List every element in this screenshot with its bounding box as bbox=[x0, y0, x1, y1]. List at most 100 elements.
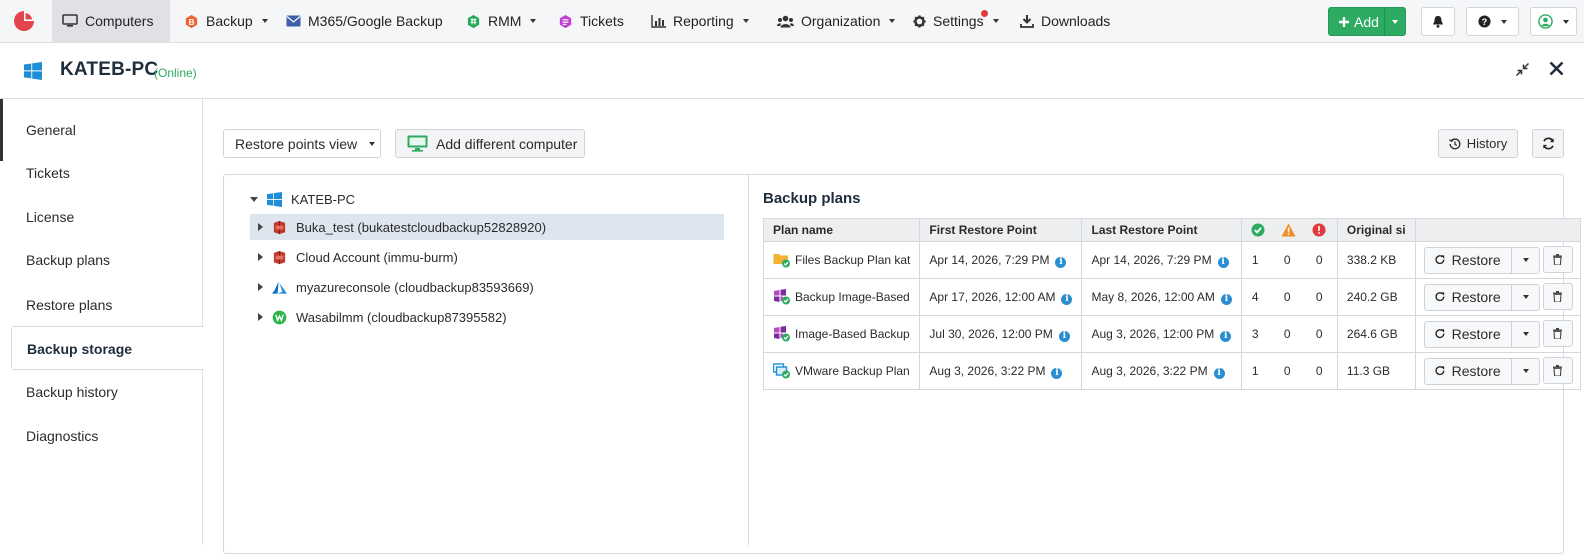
online-status: (Online) bbox=[154, 66, 197, 80]
error-icon bbox=[1312, 223, 1326, 237]
notifications-button[interactable] bbox=[1421, 7, 1455, 36]
image-plan-icon bbox=[774, 289, 790, 305]
restore-button[interactable]: Restore bbox=[1423, 246, 1540, 274]
expand-right-icon[interactable] bbox=[258, 313, 263, 321]
computer-header: KATEB-PC (Online) bbox=[0, 43, 1584, 99]
nav-computers[interactable]: Computers bbox=[52, 0, 170, 42]
chevron-down-icon bbox=[1523, 332, 1530, 337]
help-button[interactable]: ? bbox=[1466, 7, 1519, 36]
column-original-size[interactable]: Original si bbox=[1336, 218, 1416, 242]
download-icon bbox=[1020, 14, 1034, 28]
delete-button[interactable] bbox=[1542, 283, 1573, 311]
nav-reporting[interactable]: Reporting bbox=[641, 0, 759, 42]
table-row[interactable]: Backup Image-Based Apr 17, 2026, 12:00 A… bbox=[762, 278, 1581, 316]
column-plan-name[interactable]: Plan name bbox=[762, 218, 921, 242]
info-icon[interactable]: i bbox=[1061, 293, 1073, 305]
collapse-icon[interactable] bbox=[1516, 63, 1529, 76]
info-icon[interactable]: i bbox=[1051, 367, 1063, 379]
tree-node-storage[interactable]: Cloud Account (immu-burm) bbox=[258, 244, 458, 270]
gear-icon bbox=[913, 14, 926, 28]
restore-button[interactable]: Restore bbox=[1423, 283, 1540, 311]
expand-right-icon[interactable] bbox=[258, 253, 263, 261]
info-icon[interactable]: i bbox=[1220, 330, 1232, 342]
sidebar-item-general[interactable]: General bbox=[26, 122, 76, 138]
close-icon[interactable] bbox=[1549, 61, 1564, 76]
tree-node-label: Cloud Account (immu-burm) bbox=[296, 249, 458, 265]
table-row[interactable]: Image-Based Backup Jul 30, 2026, 12:00 P… bbox=[762, 315, 1581, 353]
history-button[interactable]: History bbox=[1438, 129, 1518, 158]
info-icon[interactable]: i bbox=[1213, 367, 1225, 379]
nav-tickets[interactable]: Tickets bbox=[548, 0, 634, 42]
top-navigation: Computers B Backup M365/Google Backup RM… bbox=[0, 0, 1584, 43]
nav-m365-google-backup[interactable]: M365/Google Backup bbox=[276, 0, 453, 42]
add-different-computer-button[interactable]: Add different computer bbox=[395, 129, 585, 158]
delete-button[interactable] bbox=[1542, 357, 1573, 385]
info-icon[interactable]: i bbox=[1217, 256, 1229, 268]
nav-organization[interactable]: Organization bbox=[767, 0, 905, 42]
delete-button[interactable] bbox=[1542, 320, 1573, 348]
tree-node-label: myazureconsole (cloudbackup83593669) bbox=[296, 279, 534, 295]
amazon-s3-icon bbox=[273, 220, 286, 234]
tree-node-storage[interactable]: Buka_test (bukatestcloudbackup52828920) bbox=[258, 214, 546, 240]
sidebar-item-tickets[interactable]: Tickets bbox=[26, 165, 70, 181]
original-size: 11.3 GB bbox=[1346, 364, 1391, 378]
tree-root-node[interactable]: KATEB-PC bbox=[250, 186, 355, 212]
tree-node-storage[interactable]: Wasabilmm (cloudbackup87395582) bbox=[258, 304, 507, 330]
tree-node-storage[interactable]: myazureconsole (cloudbackup83593669) bbox=[258, 274, 534, 300]
nav-backup[interactable]: B Backup bbox=[174, 0, 278, 42]
panel-divider bbox=[748, 175, 749, 545]
restore-dropdown-toggle[interactable] bbox=[1510, 247, 1539, 273]
success-count: 4 bbox=[1251, 290, 1259, 304]
backup-icon: B bbox=[185, 14, 198, 28]
expand-right-icon[interactable] bbox=[258, 223, 263, 231]
trash-icon bbox=[1553, 291, 1563, 303]
restore-dropdown-toggle[interactable] bbox=[1510, 321, 1539, 347]
expand-down-icon[interactable] bbox=[250, 196, 258, 202]
warning-count: 0 bbox=[1283, 290, 1291, 304]
table-row[interactable]: Files Backup Plan kat Apr 14, 2026, 7:29… bbox=[762, 241, 1581, 279]
column-last-restore-point[interactable]: Last Restore Point bbox=[1081, 218, 1242, 242]
delete-button[interactable] bbox=[1542, 246, 1573, 274]
warning-icon bbox=[1281, 223, 1296, 237]
nav-rmm[interactable]: RMM bbox=[456, 0, 546, 42]
info-icon[interactable]: i bbox=[1058, 330, 1070, 342]
info-icon[interactable]: i bbox=[1055, 256, 1067, 268]
expand-right-icon[interactable] bbox=[258, 283, 263, 291]
user-menu-button[interactable] bbox=[1530, 7, 1577, 36]
sidebar-item-backup-storage[interactable]: Backup storage bbox=[11, 326, 204, 370]
nav-settings[interactable]: Settings bbox=[903, 0, 1009, 42]
add-different-computer-label: Add different computer bbox=[436, 135, 578, 152]
sidebar-item-backup-history[interactable]: Backup history bbox=[26, 384, 118, 400]
app-logo-icon[interactable] bbox=[12, 9, 36, 33]
nav-downloads-label: Downloads bbox=[1041, 13, 1111, 29]
error-count: 0 bbox=[1315, 253, 1323, 267]
sidebar-item-backup-storage-label: Backup storage bbox=[27, 341, 133, 357]
sidebar-item-diagnostics[interactable]: Diagnostics bbox=[26, 428, 98, 444]
table-row[interactable]: VMware Backup Plan Aug 3, 2026, 3:22 PM i… bbox=[762, 352, 1581, 390]
nav-downloads[interactable]: Downloads bbox=[1010, 0, 1120, 42]
restore-button[interactable]: Restore bbox=[1423, 320, 1540, 348]
nav-tickets-label: Tickets bbox=[580, 13, 624, 29]
chevron-down-icon bbox=[1392, 19, 1399, 24]
plan-name: Image-Based Backup bbox=[795, 327, 910, 341]
error-count: 0 bbox=[1315, 327, 1323, 341]
column-first-restore-point[interactable]: First Restore Point bbox=[919, 218, 1083, 242]
add-dropdown-toggle[interactable] bbox=[1384, 8, 1405, 35]
info-icon[interactable]: i bbox=[1220, 293, 1232, 305]
restore-icon bbox=[1435, 329, 1445, 339]
plan-name: Files Backup Plan kat bbox=[795, 253, 911, 267]
last-restore-point: Aug 3, 2026, 3:22 PM bbox=[1091, 363, 1208, 378]
computer-title: KATEB-PC bbox=[60, 59, 159, 80]
vmware-plan-icon bbox=[773, 363, 790, 379]
sidebar-item-license[interactable]: License bbox=[26, 209, 74, 225]
sidebar-item-restore-plans[interactable]: Restore plans bbox=[26, 297, 112, 313]
refresh-button[interactable] bbox=[1532, 129, 1564, 158]
view-select[interactable]: Restore points view bbox=[223, 129, 381, 158]
restore-dropdown-toggle[interactable] bbox=[1510, 284, 1539, 310]
restore-button[interactable]: Restore bbox=[1423, 357, 1540, 385]
sidebar-item-backup-plans[interactable]: Backup plans bbox=[26, 252, 110, 268]
nav-settings-label: Settings bbox=[933, 13, 984, 29]
add-button[interactable]: Add bbox=[1328, 7, 1406, 36]
restore-dropdown-toggle[interactable] bbox=[1510, 358, 1539, 384]
bell-icon bbox=[1433, 16, 1443, 28]
